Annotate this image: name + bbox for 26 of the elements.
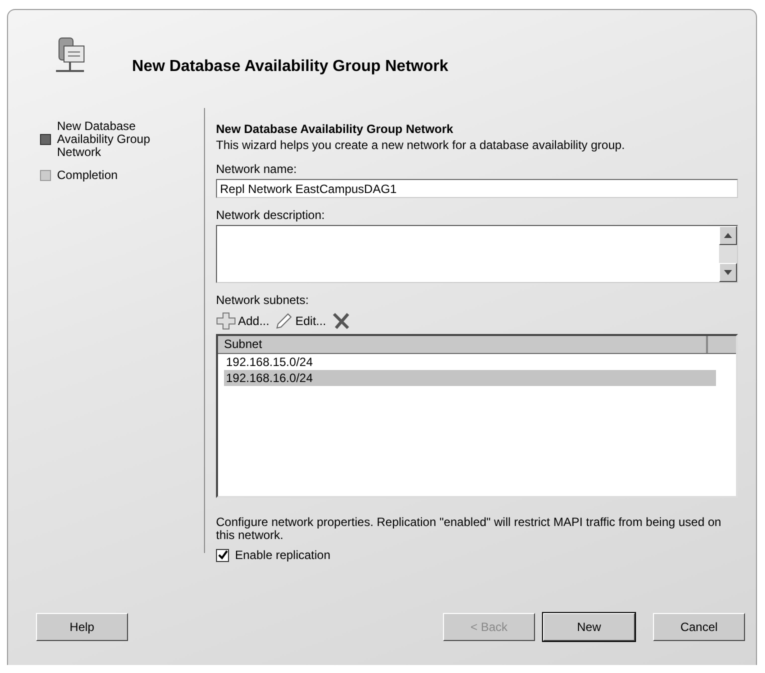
help-button[interactable]: Help <box>36 613 128 641</box>
subnet-row[interactable]: 192.168.15.0/24 <box>224 354 716 370</box>
wizard-step[interactable]: New Database Availability Group Network <box>40 120 204 159</box>
wizard-title: New Database Availability Group Network <box>132 58 448 76</box>
field-label: Network name: <box>216 162 298 176</box>
scroll-up-icon[interactable] <box>719 226 737 245</box>
new-button[interactable]: New <box>543 613 635 641</box>
add-button[interactable]: Add... <box>216 312 270 330</box>
pencil-icon <box>275 312 294 330</box>
page-heading: New Database Availability Group Network <box>216 122 454 136</box>
subnet-row[interactable]: 192.168.16.0/24 <box>224 370 716 386</box>
field-label: Network description: <box>216 208 326 222</box>
note-text: Configure network properties. Replication "enabled" will restrict MAPI traffic from being used on this network. <box>216 516 722 542</box>
plus-icon <box>216 312 236 330</box>
intro-text: This wizard helps you create a new network for a database availability group. <box>216 138 626 152</box>
edit-button[interactable]: Edit... <box>275 312 326 330</box>
scroll-down-icon[interactable] <box>719 263 737 282</box>
network-name-field[interactable]: Repl Network EastCampusDAG1 <box>216 179 738 198</box>
replication-checkbox[interactable]: Enable replication <box>216 548 738 562</box>
description-field[interactable] <box>216 225 738 283</box>
subnet-list[interactable]: Subnet 192.168.15.0/24 192.168.16.0/24 <box>216 334 738 498</box>
field-label: Network subnets: <box>216 293 310 307</box>
cancel-button[interactable]: Cancel <box>653 613 745 641</box>
remove-button[interactable] <box>332 312 350 330</box>
x-icon <box>332 312 350 330</box>
wizard-step[interactable]: Completion <box>40 169 204 182</box>
